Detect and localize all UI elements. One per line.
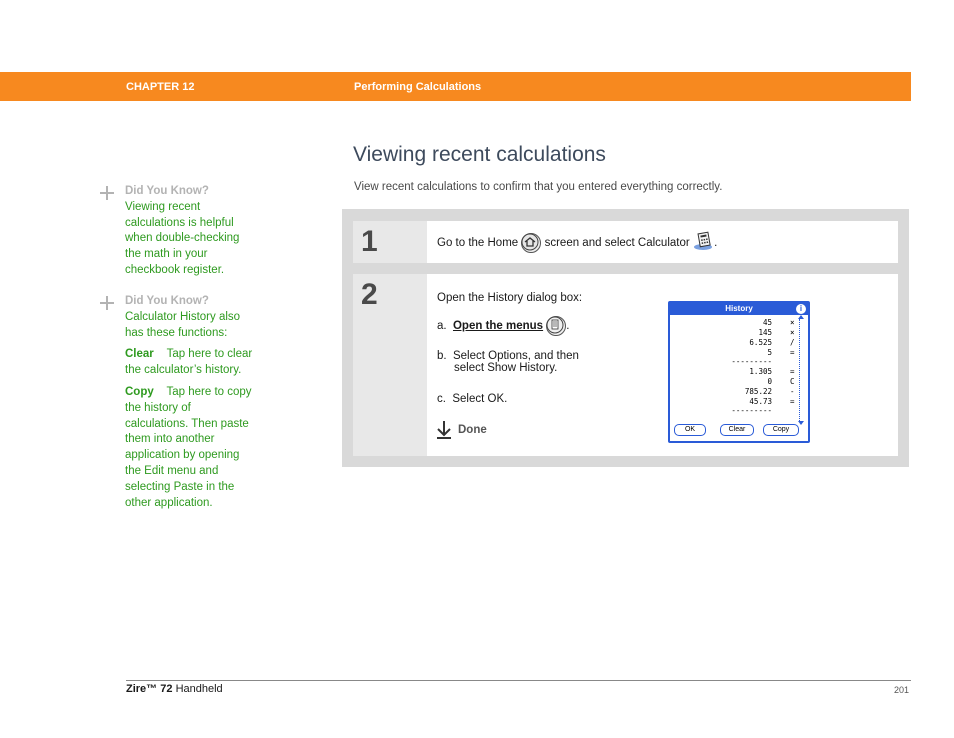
copy-function-description: Copy Tap here to copy the history of cal… (125, 385, 280, 511)
tip-line: when double-checking (125, 232, 240, 245)
tip-line: Calculator History also (125, 310, 241, 323)
tip-line: Viewing recent (125, 200, 201, 213)
step-number-cell: 1 (353, 221, 427, 263)
info-icon[interactable]: i (796, 304, 806, 314)
footer-suffix: Handheld (175, 683, 223, 695)
step-text-part: . (566, 320, 570, 333)
tip-line: Tap here to clear (166, 348, 253, 361)
tip-did-you-know-1: Did You Know? Viewing recent calculation… (100, 184, 280, 279)
step-text-part: Go to the Home (437, 237, 519, 250)
copy-term: Copy (125, 385, 154, 398)
tip-line: has these functions: (125, 326, 228, 339)
tip-line: selecting Paste in the (125, 480, 235, 493)
step-2b: b. Select Options, and then select Show … (437, 350, 579, 374)
tip-line: the calculator’s history. (125, 364, 242, 377)
history-row: 145 × (758, 328, 795, 337)
step-2: 2 Open the History dialog box: a. Open t… (353, 274, 898, 456)
plus-icon (100, 296, 114, 310)
tip-did-you-know-2: Did You Know? Calculator History also ha… (100, 294, 280, 511)
tip-heading: Did You Know? (125, 295, 209, 307)
footer-brand: Zire™ (126, 683, 158, 695)
history-row: --------- (731, 357, 772, 366)
calculator-icon[interactable] (693, 231, 712, 252)
done-marker: Done (437, 420, 487, 440)
step-2a: a. Open the menus . (437, 316, 570, 336)
step-item-prefix: c. (437, 393, 446, 405)
clear-term: Clear (125, 348, 154, 361)
tip-line: checkbook register. (125, 263, 225, 276)
step-1: 1 Go to the Home screen and select Calcu… (353, 221, 898, 263)
scroll-up-arrow-icon[interactable] (798, 315, 804, 319)
tip-line: application by opening (125, 449, 240, 462)
tip-line: calculations. Then paste (125, 417, 249, 430)
history-row: 785.22- (744, 387, 795, 396)
step-text-part: . (714, 237, 718, 250)
history-row: --------- (731, 406, 772, 415)
open-menus-link[interactable]: Open the menus (453, 320, 543, 332)
history-row: 1.305 = (749, 367, 795, 376)
step-text-part: screen and select Calculator (544, 237, 690, 250)
history-clear-button[interactable]: Clear (720, 424, 754, 436)
history-row: 0C (767, 377, 795, 386)
history-dialog: History i 45 × 145 × 6.525/ 5 = --------- 1… (668, 301, 810, 443)
tip-body: Viewing recent calculations is helpful w… (100, 200, 280, 279)
done-arrow-icon (437, 421, 451, 439)
tip-line: Tap here to copy (166, 385, 252, 398)
tip-line: the Edit menu and (125, 464, 219, 477)
step-text-part: select Show History. (454, 362, 558, 374)
history-row: 45 × (762, 318, 795, 327)
footer-rule (126, 680, 911, 681)
tip-heading: Did You Know? (125, 185, 209, 197)
step-item-prefix: a. (437, 320, 447, 333)
tip-line: calculations is helpful (125, 216, 234, 229)
step-number-cell: 2 (353, 274, 427, 456)
done-label: Done (458, 424, 487, 436)
tip-line: the history of (125, 401, 191, 414)
clear-function-description: Clear Tap here to clear the calculator’s… (125, 347, 280, 379)
plus-icon (100, 186, 114, 200)
tip-line: other application. (125, 496, 213, 509)
step-text-part: Select OK. (452, 393, 508, 405)
menu-icon[interactable] (546, 316, 567, 336)
footer-product-name: Zire™ 72 Handheld (126, 683, 223, 695)
history-copy-button[interactable]: Copy (763, 424, 799, 436)
scroll-down-arrow-icon[interactable] (798, 421, 804, 425)
intro-text: View recent calculations to confirm that… (354, 181, 723, 193)
tip-body: Calculator History also has these functi… (100, 310, 280, 512)
step-number: 1 (361, 225, 378, 258)
history-dialog-title: History i (670, 303, 808, 315)
tip-line: them into another (125, 433, 215, 446)
page-number: 201 (893, 685, 909, 695)
step-text-part: Select Options, and then (452, 350, 579, 362)
page-title: Viewing recent calculations (353, 143, 606, 166)
history-row: 6.525/ (749, 338, 795, 347)
step-number: 2 (361, 278, 378, 311)
step-2c: c. Select OK. (437, 393, 507, 405)
footer-model: 72 (160, 683, 173, 695)
tip-line: the math in your (125, 248, 208, 261)
home-icon[interactable] (521, 233, 542, 253)
steps-panel: 1 Go to the Home screen and select Calcu… (342, 209, 909, 467)
step-1-text: Go to the Home screen and select Calcula… (437, 231, 718, 253)
history-ok-button[interactable]: OK (674, 424, 706, 436)
history-scrollbar[interactable] (798, 315, 805, 425)
history-title-text: History (725, 304, 753, 313)
chapter-title: Performing Calculations (354, 81, 482, 93)
step-item-prefix: b. (437, 350, 447, 362)
chapter-label: CHAPTER 12 (126, 81, 195, 93)
step-2-intro: Open the History dialog box: (437, 292, 583, 304)
